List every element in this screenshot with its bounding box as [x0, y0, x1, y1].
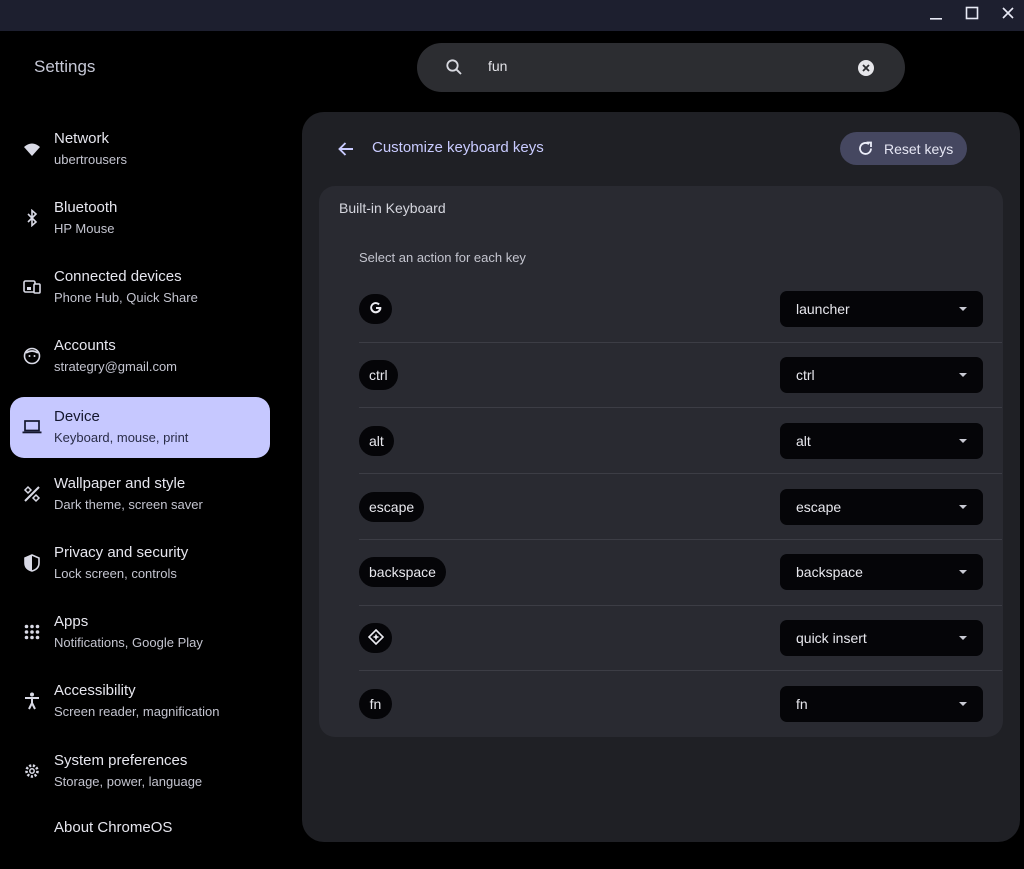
sidebar-item-label: Device	[54, 408, 100, 425]
key-action-value: ctrl	[796, 367, 815, 383]
key-quick-insert	[359, 623, 392, 653]
sidebar-item-connected-devices[interactable]: Connected devices Phone Hub, Quick Share	[10, 257, 270, 318]
bluetooth-icon	[22, 208, 42, 228]
key-action-select[interactable]: quick insert	[780, 620, 983, 656]
sidebar-item-system-preferences[interactable]: System preferences Storage, power, langu…	[10, 741, 270, 802]
key-action-select[interactable]: fn	[780, 686, 983, 722]
key-action-select[interactable]: escape	[780, 489, 983, 525]
sidebar-item-label: Network	[54, 130, 110, 147]
sidebar-item-sublabel: Phone Hub, Quick Share	[54, 290, 198, 305]
row-divider	[359, 342, 1002, 343]
chevron-down-icon	[959, 636, 967, 640]
google-g-icon	[369, 301, 383, 318]
sidebar-item-label: Bluetooth	[54, 199, 118, 216]
chevron-down-icon	[959, 505, 967, 509]
sidebar-item-sublabel: Lock screen, controls	[54, 566, 177, 581]
key-action-value: backspace	[796, 564, 863, 580]
key-fn: fn	[359, 689, 392, 719]
sidebar-item-sublabel: HP Mouse	[54, 221, 115, 236]
chevron-down-icon	[959, 439, 967, 443]
row-divider	[359, 670, 1002, 671]
sidebar-item-label: Privacy and security	[54, 544, 189, 561]
key-action-value: fn	[796, 696, 808, 712]
close-icon[interactable]	[990, 0, 1024, 26]
reset-keys-label: Reset keys	[884, 141, 954, 157]
key-action-value: escape	[796, 499, 842, 515]
account-icon	[22, 346, 42, 366]
laptop-icon	[22, 417, 42, 437]
gear-icon	[22, 761, 42, 781]
app-title: Settings	[34, 57, 96, 76]
refresh-icon	[857, 140, 874, 162]
maximize-icon[interactable]	[954, 0, 990, 26]
sidebar-item-network[interactable]: Network ubertrousers	[10, 119, 270, 180]
shield-icon	[22, 553, 42, 573]
window-titlebar	[0, 0, 1024, 31]
sidebar-item-apps[interactable]: Apps Notifications, Google Play	[10, 602, 270, 663]
keyboard-card-title: Built-in Keyboard	[339, 200, 446, 216]
key-ctrl: ctrl	[359, 360, 398, 390]
sidebar-item-device[interactable]: Device Keyboard, mouse, print	[10, 397, 270, 458]
search-icon	[445, 58, 463, 81]
connected-devices-icon	[22, 277, 42, 297]
key-action-value: alt	[796, 433, 811, 449]
page-title: Customize keyboard keys	[372, 139, 544, 156]
sidebar-item-privacy[interactable]: Privacy and security Lock screen, contro…	[10, 533, 270, 594]
accessibility-icon	[22, 691, 42, 711]
row-divider	[359, 605, 1002, 606]
chevron-down-icon	[959, 373, 967, 377]
key-action-select[interactable]: launcher	[780, 291, 983, 327]
sidebar-item-label: Connected devices	[54, 268, 182, 285]
sidebar-item-sublabel: Dark theme, screen saver	[54, 497, 203, 512]
apps-grid-icon	[22, 622, 42, 642]
sidebar-item-about[interactable]: About ChromeOS	[10, 808, 270, 869]
sidebar-item-sublabel: Notifications, Google Play	[54, 635, 203, 650]
row-divider	[359, 473, 1002, 474]
key-alt: alt	[359, 426, 394, 456]
minimize-icon[interactable]	[918, 0, 954, 26]
chevron-down-icon	[959, 570, 967, 574]
reset-keys-button[interactable]: Reset keys	[840, 132, 967, 165]
key-action-select[interactable]: backspace	[780, 554, 983, 590]
back-arrow-icon[interactable]	[335, 138, 357, 160]
key-action-select[interactable]: alt	[780, 423, 983, 459]
sidebar-item-label: Apps	[54, 613, 89, 630]
wifi-icon	[22, 139, 42, 159]
sidebar-item-sublabel: Keyboard, mouse, print	[54, 430, 189, 445]
row-divider	[359, 539, 1002, 540]
sidebar-item-wallpaper[interactable]: Wallpaper and style Dark theme, screen s…	[10, 464, 270, 525]
sidebar-item-sublabel: Storage, power, language	[54, 774, 203, 789]
sidebar-item-sublabel: ubertrousers	[54, 152, 127, 167]
search-bar[interactable]: fun	[417, 43, 905, 92]
chevron-down-icon	[959, 702, 967, 706]
key-google	[359, 294, 392, 324]
paint-icon	[22, 484, 42, 504]
sidebar-item-label: About ChromeOS	[54, 819, 173, 836]
sidebar-item-bluetooth[interactable]: Bluetooth HP Mouse	[10, 188, 270, 249]
key-action-value: quick insert	[796, 630, 867, 646]
chevron-down-icon	[959, 307, 967, 311]
sidebar-item-sublabel: strategry@gmail.com	[54, 359, 178, 374]
sidebar-item-label: Accounts	[54, 337, 116, 354]
sidebar-item-sublabel: Screen reader, magnification	[54, 704, 220, 719]
key-backspace: backspace	[359, 557, 446, 587]
key-action-select[interactable]: ctrl	[780, 357, 983, 393]
sidebar-item-label: Wallpaper and style	[54, 475, 186, 492]
sidebar-item-accounts[interactable]: Accounts strategry@gmail.com	[10, 326, 270, 387]
sidebar-item-accessibility[interactable]: Accessibility Screen reader, magnificati…	[10, 671, 270, 732]
quick-insert-icon	[367, 628, 384, 648]
key-action-value: launcher	[796, 301, 850, 317]
search-input[interactable]: fun	[488, 58, 507, 74]
keyboard-card-subtitle: Select an action for each key	[359, 250, 526, 265]
sidebar-item-label: Accessibility	[54, 682, 136, 699]
clear-icon[interactable]	[857, 59, 875, 82]
key-escape: escape	[359, 492, 425, 522]
row-divider	[359, 407, 1002, 408]
sidebar-item-label: System preferences	[54, 752, 188, 769]
